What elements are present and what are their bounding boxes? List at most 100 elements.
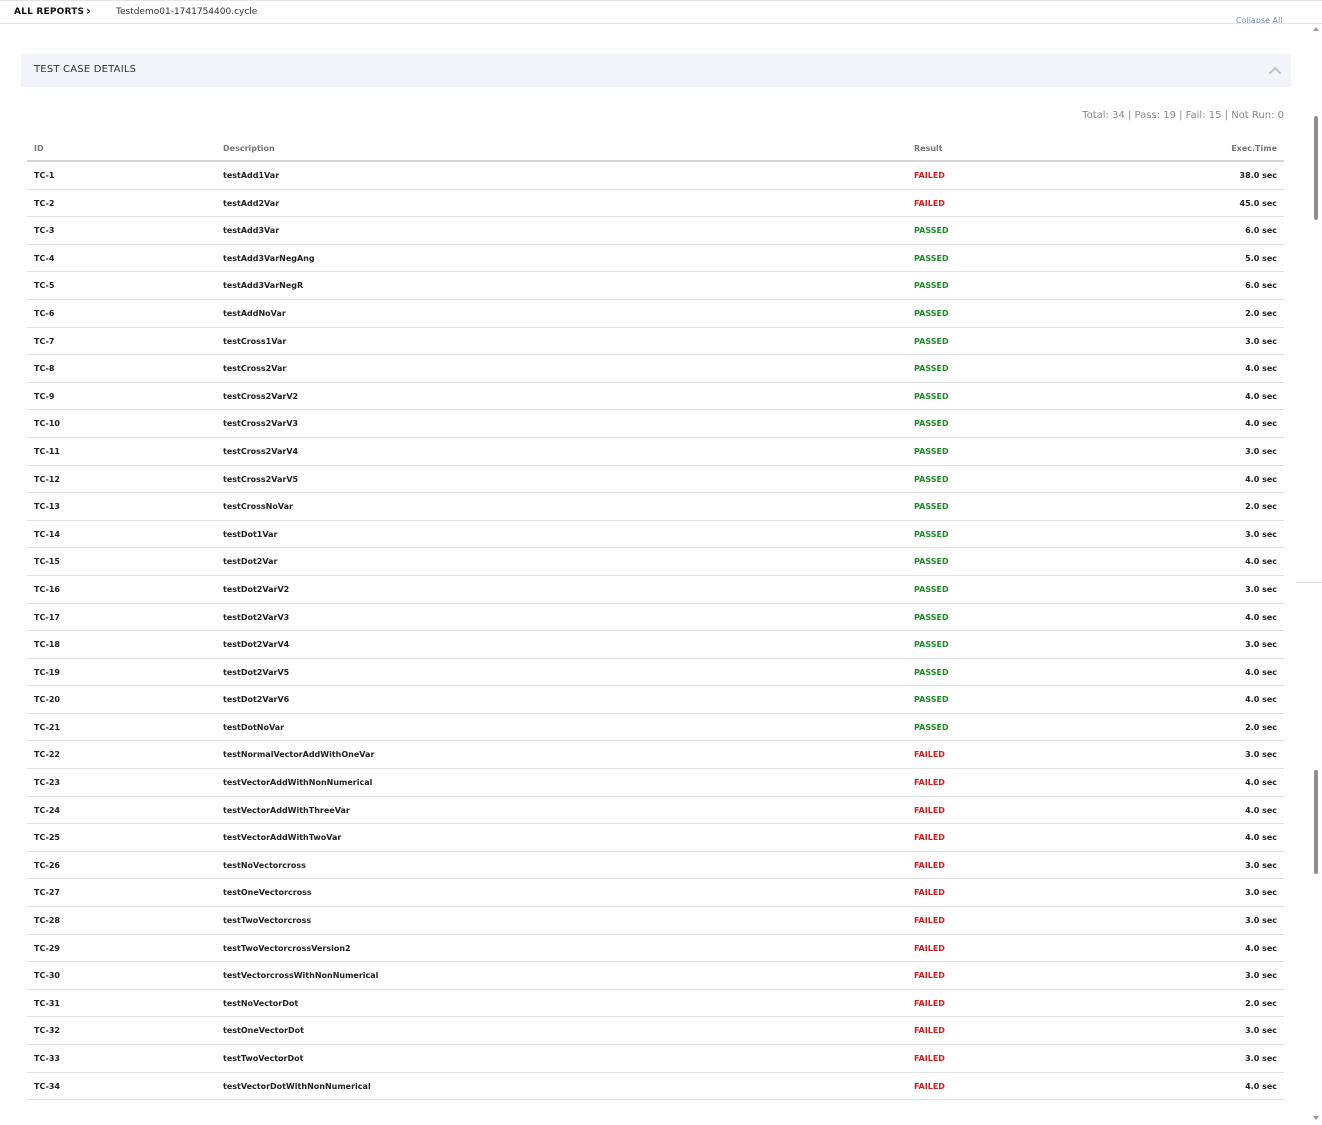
test-case-result-badge: FAILED	[914, 171, 945, 180]
table-row[interactable]: TC-16 testDot2VarV2 PASSED 3.0 sec	[27, 576, 1284, 604]
test-case-description: testCross2VarV3	[223, 419, 299, 429]
table-row[interactable]: TC-28 testTwoVectorcross FAILED 3.0 sec	[27, 907, 1284, 935]
table-row[interactable]: TC-18 testDot2VarV4 PASSED 3.0 sec	[27, 631, 1284, 659]
test-case-id: TC-13	[34, 502, 60, 512]
table-row[interactable]: TC-19 testDot2VarV5 PASSED 4.0 sec	[27, 659, 1284, 687]
test-case-result-badge: FAILED	[914, 943, 945, 953]
test-case-exec-time: 4.0 sec	[1245, 364, 1277, 374]
collapse-all-link[interactable]: Collapse All	[1236, 17, 1282, 23]
table-row[interactable]: TC-2 testAdd2Var FAILED 45.0 sec	[27, 190, 1284, 218]
table-row[interactable]: TC-22 testNormalVectorAddWithOneVar FAILED…	[27, 741, 1284, 770]
table-row[interactable]: TC-3 testAdd3Var PASSED 6.0 sec	[27, 217, 1284, 245]
table-row[interactable]: TC-27 testOneVectorcross FAILED 3.0 sec	[27, 879, 1284, 908]
table-row[interactable]: TC-21 testDotNoVar PASSED 2.0 sec	[27, 714, 1284, 742]
table-row[interactable]: TC-29 testTwoVectorcrossVersion2 FAILED 4.0…	[27, 935, 1284, 963]
test-case-exec-time: 3.0 sec	[1245, 1054, 1277, 1063]
test-case-result-badge: PASSED	[914, 557, 949, 567]
table-row[interactable]: TC-33 testTwoVectorDot FAILED 3.0 sec	[27, 1045, 1284, 1073]
test-case-id: TC-27	[34, 888, 60, 898]
test-case-exec-time: 3.0 sec	[1245, 916, 1277, 926]
test-case-result-badge: PASSED	[914, 722, 949, 732]
table-row[interactable]: TC-32 testOneVectorDot FAILED 3.0 sec	[27, 1017, 1284, 1045]
scroll-up-arrow-icon[interactable]	[1313, 27, 1319, 31]
test-case-id: TC-12	[34, 474, 60, 484]
test-case-exec-time: 3.0 sec	[1245, 640, 1277, 650]
test-case-id: TC-19	[34, 667, 60, 677]
table-row[interactable]: TC-10 testCross2VarV3 PASSED 4.0 sec	[27, 410, 1284, 438]
test-case-details-panel-header[interactable]: TEST CASE DETAILS	[21, 54, 1291, 87]
table-row[interactable]: TC-15 testDot2Var PASSED 4.0 sec	[27, 548, 1284, 576]
table-row[interactable]: TC-11 testCross2VarV4 PASSED 3.0 sec	[27, 438, 1284, 466]
test-case-id: TC-32	[34, 1026, 60, 1036]
test-case-result-badge: FAILED	[914, 750, 945, 760]
test-case-description: testCross2VarV5	[223, 474, 299, 484]
table-row[interactable]: TC-8 testCross2Var PASSED 4.0 sec	[27, 355, 1284, 383]
test-case-id: TC-10	[34, 419, 60, 429]
test-case-exec-time: 4.0 sec	[1245, 557, 1277, 567]
table-row[interactable]: TC-1 testAdd1Var FAILED 38.0 sec	[27, 162, 1284, 190]
test-case-result-badge: PASSED	[914, 281, 949, 291]
test-case-description: testCross2VarV4	[223, 446, 299, 456]
test-case-result-badge: PASSED	[914, 253, 949, 263]
test-case-description: testNoVectorcross	[223, 860, 306, 870]
breadcrumb-all-reports-link[interactable]: ALL REPORTS	[14, 7, 84, 17]
table-row[interactable]: TC-31 testNoVectorDot FAILED 2.0 sec	[27, 990, 1284, 1018]
column-header-description[interactable]: Description	[223, 144, 275, 153]
test-case-id: TC-18	[34, 640, 60, 650]
column-header-exec-time[interactable]: Exec.Time	[1231, 144, 1277, 153]
scroll-down-arrow-icon[interactable]	[1313, 1116, 1319, 1120]
test-case-id: TC-20	[34, 695, 60, 705]
test-case-id: TC-7	[34, 336, 55, 346]
test-case-result-badge: PASSED	[914, 584, 949, 594]
table-row[interactable]: TC-5 testAdd3VarNegR PASSED 6.0 sec	[27, 272, 1284, 300]
table-row[interactable]: TC-7 testCross1Var PASSED 3.0 sec	[27, 328, 1284, 356]
test-case-description: testAdd3VarNegR	[223, 281, 304, 291]
test-case-description: testDot1Var	[223, 529, 278, 539]
test-case-exec-time: 4.0 sec	[1245, 943, 1277, 953]
test-case-result-badge: PASSED	[914, 446, 949, 456]
test-case-result-badge: FAILED	[914, 198, 945, 208]
column-header-result[interactable]: Result	[914, 144, 943, 153]
table-row[interactable]: TC-4 testAdd3VarNegAng PASSED 5.0 sec	[27, 245, 1284, 273]
table-row[interactable]: TC-25 testVectorAddWithTwoVar FAILED 4.0 se…	[27, 824, 1284, 852]
test-case-exec-time: 3.0 sec	[1245, 750, 1277, 760]
test-case-result-badge: PASSED	[914, 391, 949, 401]
test-case-description: testDot2VarV4	[223, 640, 290, 650]
scrollbar-thumb-outer[interactable]	[1314, 116, 1318, 220]
test-case-id: TC-29	[34, 943, 60, 953]
test-case-result-badge: PASSED	[914, 226, 949, 236]
table-row[interactable]: TC-6 testAddNoVar PASSED 2.0 sec	[27, 300, 1284, 328]
test-case-result-badge: FAILED	[914, 998, 945, 1008]
test-case-description: testAdd3Var	[223, 226, 280, 236]
test-case-result-badge: FAILED	[914, 860, 945, 870]
table-row[interactable]: TC-30 testVectorcrossWithNonNumerical FAIL…	[27, 962, 1284, 990]
scrollbar-thumb-inner[interactable]	[1314, 770, 1318, 874]
test-case-description: testVectorAddWithNonNumerical	[223, 778, 373, 788]
test-case-result-badge: FAILED	[914, 805, 945, 815]
test-case-description: testVectorAddWithThreeVar	[223, 805, 350, 815]
test-case-description: testVectorDotWithNonNumerical	[223, 1081, 371, 1091]
test-case-id: TC-1	[34, 171, 55, 180]
table-row[interactable]: TC-13 testCrossNoVar PASSED 2.0 sec	[27, 493, 1284, 521]
table-row[interactable]: TC-12 testCross2VarV5 PASSED 4.0 sec	[27, 466, 1284, 494]
test-case-exec-time: 3.0 sec	[1245, 1026, 1277, 1036]
table-row[interactable]: TC-24 testVectorAddWithThreeVar FAILED 4.0 …	[27, 797, 1284, 825]
column-header-id[interactable]: ID	[34, 144, 44, 153]
test-case-description: testVectorAddWithTwoVar	[223, 833, 342, 843]
test-case-result-badge: PASSED	[914, 640, 949, 650]
table-row[interactable]: TC-14 testDot1Var PASSED 3.0 sec	[27, 521, 1284, 549]
chevron-up-icon[interactable]	[1268, 64, 1282, 76]
test-case-description: testDot2VarV2	[223, 584, 290, 594]
table-row[interactable]: TC-9 testCross2VarV2 PASSED 4.0 sec	[27, 383, 1284, 411]
table-row[interactable]: TC-20 testDot2VarV6 PASSED 4.0 sec	[27, 686, 1284, 714]
table-header-row: ID Description Result Exec.Time	[27, 137, 1284, 162]
table-row[interactable]: TC-34 testVectorDotWithNonNumerical FAILED…	[27, 1073, 1284, 1101]
test-case-id: TC-25	[34, 833, 60, 843]
test-case-exec-time: 3.0 sec	[1245, 446, 1277, 456]
table-row[interactable]: TC-23 testVectorAddWithNonNumerical FAILED…	[27, 769, 1284, 797]
table-row[interactable]: TC-26 testNoVectorcross FAILED 3.0 sec	[27, 852, 1284, 880]
table-row[interactable]: TC-17 testDot2VarV3 PASSED 4.0 sec	[27, 604, 1284, 632]
test-case-exec-time: 4.0 sec	[1245, 833, 1277, 843]
test-case-id: TC-31	[34, 998, 60, 1008]
test-case-exec-time: 45.0 sec	[1239, 198, 1277, 208]
